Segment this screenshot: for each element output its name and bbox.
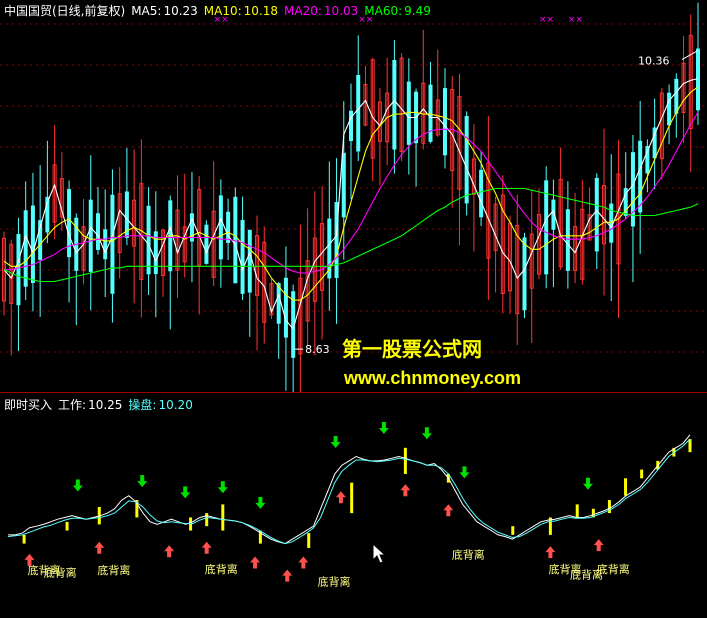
sell-arrow-icon — [180, 486, 191, 499]
candle-body — [565, 209, 570, 271]
divergence-label: 底背离 — [44, 566, 77, 580]
candle-body — [283, 277, 288, 338]
buy-arrow-icon — [335, 491, 346, 504]
candle-body — [341, 152, 346, 218]
ma60-label: MA60: — [364, 4, 403, 18]
candle-body — [16, 234, 21, 306]
work-label: 工作: — [58, 398, 87, 412]
candlestick-panel[interactable]: 中国国贸(日线,前复权) MA5: 10.23 MA10: 10.18 MA20: 10.0… — [0, 0, 707, 393]
candle-body — [247, 229, 252, 293]
signal-bar — [205, 513, 209, 527]
buy-arrow-icon — [201, 541, 212, 554]
watermark-line1: 第一股票公式网 — [342, 339, 482, 361]
indicator-chart: 底背离底背离 底背离 底背离底背离底背离底背离 底背离底背离 — [7, 422, 692, 588]
signal-bar — [307, 533, 311, 548]
ma20-label: MA20: — [284, 4, 322, 18]
signal-bar — [350, 482, 354, 514]
signal-bar — [640, 469, 644, 479]
candle-body — [146, 205, 151, 275]
candle-body — [464, 116, 469, 204]
ma5-label: MA5: — [131, 4, 162, 18]
watermark-line2: www.chnmoney.com — [344, 368, 522, 388]
candle-body — [674, 78, 679, 114]
candle-body — [226, 211, 231, 243]
indicator-header: 即时买入 工作: 10.25 操盘: 10.20 — [4, 396, 199, 413]
sell-arrow-icon — [330, 435, 341, 448]
high-price-label: 10.36 — [638, 55, 670, 68]
ma20-value: 10.03 — [323, 4, 359, 18]
signal-bar — [607, 500, 611, 514]
sell-arrow-icon — [421, 427, 432, 440]
signal-bar — [511, 526, 515, 535]
signal-bar — [688, 439, 692, 453]
candle-body — [233, 196, 238, 284]
low-price-label: 8.63 — [305, 343, 330, 356]
candle-body — [204, 224, 209, 264]
candle-body — [594, 177, 599, 252]
buy-arrow-icon — [400, 484, 411, 497]
trade-value: 10.20 — [158, 398, 193, 412]
trade-label: 操盘: — [128, 398, 157, 412]
candle-body — [95, 213, 100, 250]
candle-body — [23, 210, 28, 287]
ma60-value: 9.49 — [404, 4, 431, 18]
sell-arrow-icon — [459, 466, 470, 479]
divergence-label: 底背离 — [205, 562, 238, 576]
candle-body — [240, 220, 245, 294]
candle-body — [103, 229, 108, 260]
divergence-label: 底背离 — [318, 574, 351, 588]
sell-arrow-icon — [378, 422, 389, 435]
buy-arrow-icon — [545, 546, 556, 559]
indicator-name: 即时买入 — [4, 398, 53, 412]
signal-bar — [65, 521, 69, 531]
candle-body — [428, 84, 433, 142]
buy-arrow-icon — [250, 556, 261, 569]
ma10-value: 10.18 — [243, 4, 279, 18]
buy-arrow-icon — [282, 569, 293, 582]
ma10-label: MA10: — [203, 4, 242, 18]
buy-arrow-icon — [164, 545, 175, 558]
signal-bar — [403, 447, 407, 474]
sell-arrow-icon — [582, 477, 593, 490]
signal-bar — [624, 478, 628, 496]
divergence-label: 底背离 — [97, 563, 130, 577]
main-header: 中国国贸(日线,前复权) MA5: 10.23 MA10: 10.18 MA20: 10.0… — [4, 2, 437, 19]
sell-arrow-icon — [137, 475, 148, 488]
sell-arrow-icon — [217, 481, 228, 494]
signal-bar — [575, 504, 579, 518]
candle-body — [218, 195, 223, 260]
ma5-value: 10.23 — [163, 4, 198, 18]
candle-body — [110, 194, 115, 294]
top-marker: ×× — [568, 15, 583, 25]
divergence-label: 底背离 — [452, 547, 485, 561]
buy-arrow-icon — [443, 504, 454, 517]
candle-body — [30, 205, 35, 284]
high-pointer — [681, 50, 699, 61]
buy-arrow-icon — [298, 556, 309, 569]
candle-body — [638, 140, 643, 213]
candle-body — [442, 88, 447, 156]
candle-body — [392, 60, 397, 150]
sell-arrow-icon — [72, 479, 83, 492]
work-value: 10.25 — [88, 398, 123, 412]
top-marker: ×× — [539, 15, 554, 25]
buy-arrow-icon — [94, 541, 105, 554]
signal-bar — [221, 504, 225, 531]
candle-body — [276, 283, 281, 324]
candle-body — [544, 180, 549, 275]
indicator-panel[interactable]: 即时买入 工作: 10.25 操盘: 10.20 底背离 底背离 底背离 底背离 底背离 底背离底… — [0, 393, 707, 618]
signal-bar — [22, 534, 26, 544]
candle-body — [667, 92, 672, 126]
candle-body — [479, 169, 484, 218]
trade-line — [7, 438, 691, 545]
sell-arrow-icon — [255, 496, 266, 509]
mouse-cursor-icon — [372, 542, 387, 569]
buy-arrow-icon — [593, 539, 604, 552]
candle-body — [522, 237, 527, 311]
candle-body — [88, 199, 93, 272]
candle-body — [356, 74, 361, 152]
stock-name: 中国国贸(日线,前复权) — [4, 4, 126, 18]
candle-body — [406, 81, 411, 145]
divergence-label: 底背离 — [570, 567, 603, 581]
